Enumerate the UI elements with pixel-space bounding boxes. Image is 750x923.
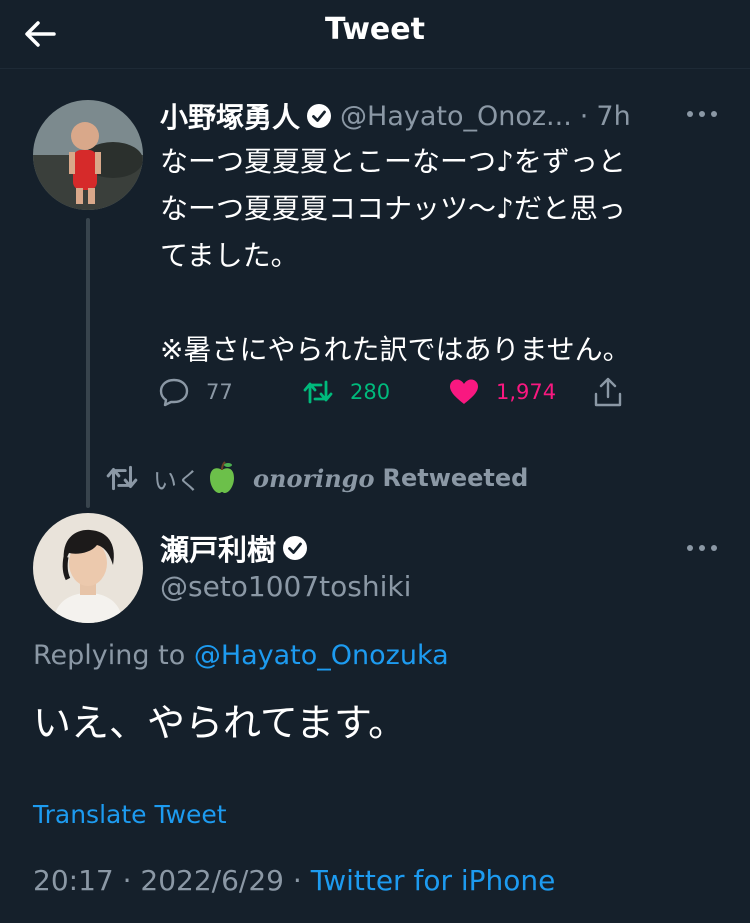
tweet-text-line: てました。	[160, 239, 299, 272]
tweet-text: なーつ夏夏夏とこーなーつ♪をずっと なーつ夏夏夏ココナッツ〜♪だと思っ てました…	[160, 138, 720, 373]
retweet-icon	[303, 380, 333, 404]
like-button[interactable]: 1,974	[448, 372, 556, 412]
replying-to: Replying to @Hayato_Onozuka	[33, 640, 449, 671]
author-handle[interactable]: @seto1007toshiki	[160, 570, 411, 603]
avatar-photo	[33, 513, 143, 623]
avatar[interactable]	[33, 100, 143, 210]
tweet-text-line: なーつ夏夏夏ココナッツ〜♪だと思っ	[160, 192, 626, 225]
tweet-actions: 77 280 1,974	[158, 372, 638, 412]
tweet-client-link[interactable]: Twitter for iPhone	[311, 864, 556, 897]
tweet-date: 2022/6/29	[140, 864, 284, 897]
verified-badge-icon	[307, 104, 332, 128]
page-title: Tweet	[325, 12, 425, 47]
retweeter-name-suffix: onoringo	[253, 463, 375, 493]
retweeted-banner[interactable]: いく onoringo Retweeted	[105, 458, 528, 498]
tweet-text-line: ※暑さにやられた訳ではありません。	[160, 333, 631, 366]
tweet-text-blank-line	[160, 279, 720, 326]
tweet-author-row: 小野塚勇人 @Hayato_Onoz... · 7h	[160, 96, 631, 136]
avatar-photo	[33, 100, 143, 210]
more-options-icon[interactable]	[685, 104, 719, 124]
retweeted-label: Retweeted	[382, 464, 529, 492]
replying-to-label: Replying to	[33, 640, 186, 671]
retweeter-name: いく	[153, 466, 201, 495]
translate-tweet-link[interactable]: Translate Tweet	[33, 800, 227, 829]
tweet-time: 20:17	[33, 864, 114, 897]
reply-count: 77	[206, 380, 233, 404]
retweet-count: 280	[350, 380, 391, 404]
author-handle[interactable]: @Hayato_Onoz...	[340, 101, 572, 132]
replying-to-mention[interactable]: @Hayato_Onozuka	[194, 640, 449, 671]
thread-line	[86, 218, 90, 508]
verified-badge-icon	[283, 536, 308, 560]
reply-icon	[159, 378, 189, 407]
tweet-metadata: 20:17 · 2022/6/29 · Twitter for iPhone	[33, 864, 555, 897]
retweet-button[interactable]: 280	[302, 372, 390, 412]
share-icon	[594, 377, 622, 407]
separator-dot: ·	[292, 864, 302, 897]
top-bar: Tweet	[0, 0, 750, 69]
separator-dot: ·	[579, 100, 589, 132]
more-options-icon[interactable]	[685, 538, 719, 558]
heart-filled-icon	[450, 379, 478, 404]
share-button[interactable]	[592, 372, 640, 412]
separator-dot: ·	[122, 864, 132, 897]
retweet-icon	[106, 465, 138, 491]
green-apple-icon	[210, 461, 234, 493]
tweet-time[interactable]: 7h	[596, 101, 630, 132]
author-name[interactable]: 小野塚勇人	[160, 96, 300, 136]
author-name[interactable]: 瀬戸利樹	[160, 527, 276, 569]
reply-button[interactable]: 77	[158, 372, 233, 412]
tweet-text-line: なーつ夏夏夏とこーなーつ♪をずっと	[160, 145, 626, 178]
tweet-author-row: 瀬戸利樹	[160, 528, 316, 568]
avatar[interactable]	[33, 513, 143, 623]
like-count: 1,974	[496, 380, 557, 404]
tweet-text: いえ、やられてます。	[33, 701, 407, 745]
